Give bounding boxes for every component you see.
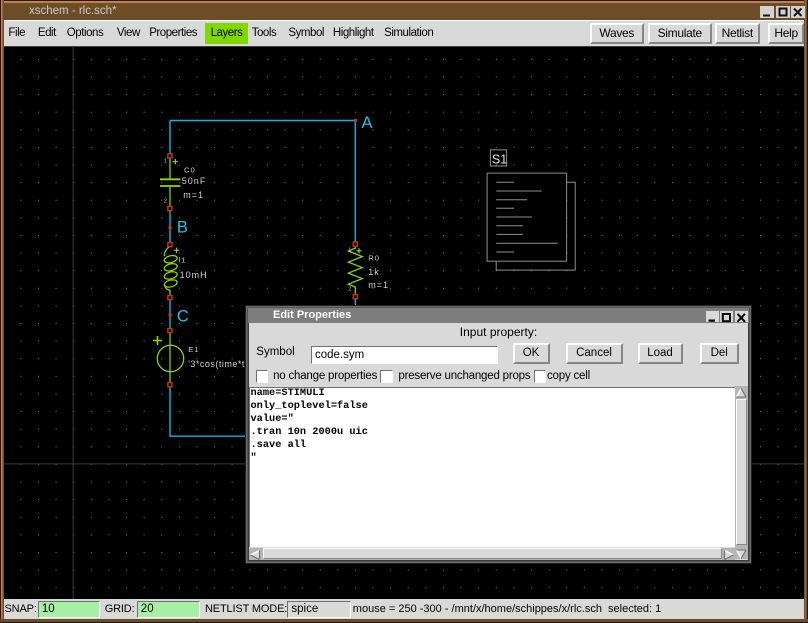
svg-text:R0: R0	[368, 253, 380, 262]
svg-text:2: 2	[348, 287, 351, 293]
svg-text:50nF: 50nF	[182, 176, 207, 186]
svg-text:E1: E1	[188, 345, 199, 354]
svg-text:10mH: 10mH	[180, 270, 208, 280]
svg-text:A: A	[362, 114, 373, 132]
svg-text:B: B	[177, 219, 188, 237]
svg-text:S1: S1	[492, 153, 507, 167]
svg-text:l1: l1	[179, 255, 187, 264]
svg-text:1k: 1k	[368, 267, 380, 277]
svg-text:2: 2	[164, 199, 167, 205]
svg-text:1: 1	[348, 248, 351, 254]
svg-text:C0: C0	[184, 165, 196, 174]
svg-text:m=1: m=1	[368, 280, 389, 290]
svg-text:1: 1	[164, 158, 167, 164]
svg-text:C: C	[177, 308, 189, 326]
svg-text:m=1: m=1	[183, 190, 204, 200]
